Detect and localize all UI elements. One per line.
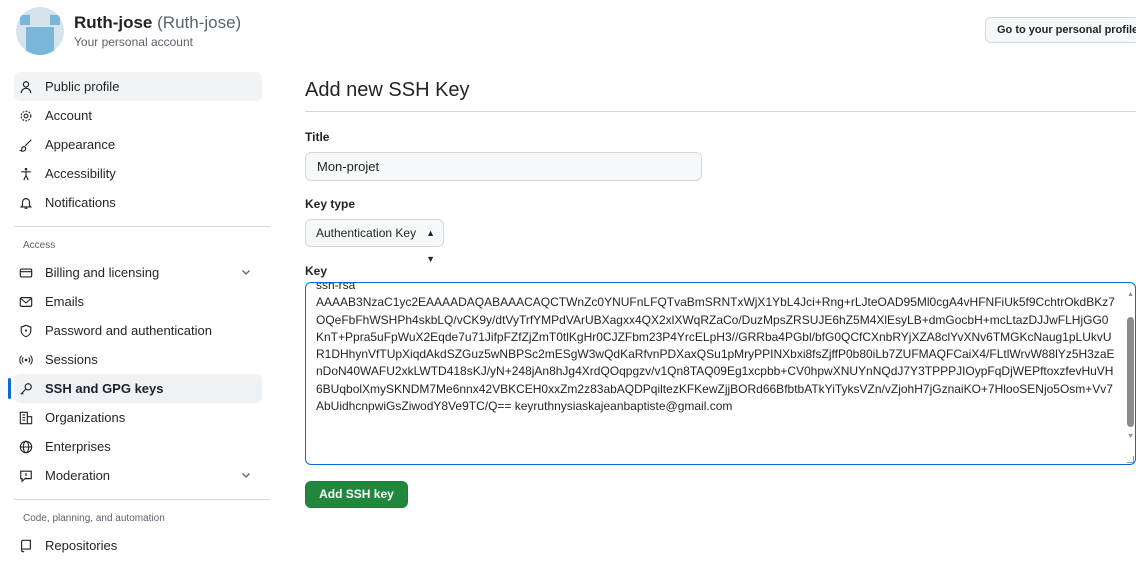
bell-icon: [18, 195, 34, 211]
chevron-down-icon[interactable]: [240, 469, 252, 484]
textarea-scrollbar[interactable]: ▲ ▼: [1125, 283, 1135, 464]
sidebar-item-ssh-gpg-keys[interactable]: SSH and GPG keys: [8, 374, 262, 403]
sidebar-item-appearance[interactable]: Appearance: [14, 130, 262, 159]
sidebar-item-repositories[interactable]: Repositories: [14, 531, 262, 560]
scroll-down-icon[interactable]: ▼: [1127, 433, 1134, 440]
settings-sidebar: Public profile Account Appearance Access…: [8, 72, 270, 560]
organization-icon: [18, 410, 34, 426]
globe-icon: [18, 439, 34, 455]
sidebar-item-label: Public profile: [45, 79, 120, 94]
user-name[interactable]: Ruth-jose: [74, 13, 152, 32]
sidebar-item-account[interactable]: Account: [14, 101, 262, 130]
repo-icon: [18, 538, 34, 554]
sidebar-item-label: Account: [45, 108, 92, 123]
active-indicator: [8, 378, 11, 399]
gear-icon: [18, 108, 34, 124]
sidebar-item-label: Appearance: [45, 137, 116, 152]
sidebar-section-access: Access: [23, 240, 56, 251]
key-type-label: Key type: [305, 197, 356, 211]
account-header: Ruth-jose (Ruth-jose) Your personal acco…: [16, 7, 241, 55]
sidebar-item-billing[interactable]: Billing and licensing: [14, 258, 262, 287]
account-name: Ruth-jose (Ruth-jose): [74, 12, 241, 34]
sidebar-item-label: Repositories: [45, 538, 118, 553]
sidebar-item-label: Enterprises: [45, 439, 111, 454]
sidebar-item-label: Billing and licensing: [45, 265, 160, 280]
resize-handle[interactable]: [1127, 456, 1134, 463]
sidebar-section-code: Code, planning, and automation: [23, 513, 165, 524]
sidebar-item-organizations[interactable]: Organizations: [14, 403, 262, 432]
chevron-down-icon[interactable]: [240, 266, 252, 281]
accessibility-icon: [18, 166, 34, 182]
sidebar-item-accessibility[interactable]: Accessibility: [14, 159, 262, 188]
sidebar-item-emails[interactable]: Emails: [14, 287, 262, 316]
account-subtitle: Your personal account: [74, 35, 193, 49]
title-divider: [305, 111, 1136, 112]
sidebar-item-label: Accessibility: [45, 166, 116, 181]
credit-card-icon: [18, 265, 34, 281]
report-icon: [18, 468, 34, 484]
select-arrows-icon: ▲ ▼: [426, 228, 435, 264]
sidebar-item-public-profile[interactable]: Public profile: [14, 72, 262, 101]
shield-lock-icon: [18, 323, 34, 339]
scroll-thumb[interactable]: [1127, 317, 1134, 427]
sidebar-item-moderation[interactable]: Moderation: [14, 461, 262, 490]
sidebar-item-notifications[interactable]: Notifications: [14, 188, 262, 217]
key-type-value: Authentication Key: [316, 226, 417, 240]
sidebar-item-label: Emails: [45, 294, 85, 309]
scroll-up-icon[interactable]: ▲: [1127, 291, 1134, 298]
avatar[interactable]: [16, 7, 64, 55]
sidebar-item-sessions[interactable]: Sessions: [14, 345, 262, 374]
add-ssh-key-button[interactable]: Add SSH key: [305, 481, 408, 508]
sidebar-item-enterprises[interactable]: Enterprises: [14, 432, 262, 461]
go-to-profile-button[interactable]: Go to your personal profile: [985, 17, 1136, 43]
sidebar-item-label: Organizations: [45, 410, 126, 425]
mail-icon: [18, 294, 34, 310]
paintbrush-icon: [18, 137, 34, 153]
key-text: ssh-rsa AAAAB3NzaC1yc2EAAAADAQABAAACAQCT…: [316, 282, 1115, 414]
sidebar-item-password[interactable]: Password and authentication: [14, 316, 262, 345]
page-title: Add new SSH Key: [305, 79, 470, 101]
sidebar-divider: [14, 226, 270, 227]
sidebar-item-label: Moderation: [45, 468, 111, 483]
sidebar-item-label: Notifications: [45, 195, 116, 210]
sidebar-item-label: Sessions: [45, 352, 98, 367]
key-icon: [18, 381, 34, 397]
title-label: Title: [305, 130, 330, 144]
user-handle: (Ruth-jose): [157, 13, 242, 32]
sidebar-item-label: Password and authentication: [45, 323, 212, 338]
title-input[interactable]: Mon-projet: [305, 152, 702, 181]
key-type-select[interactable]: Authentication Key ▲ ▼: [305, 219, 444, 264]
key-textarea[interactable]: ssh-rsa AAAAB3NzaC1yc2EAAAADAQABAAACAQCT…: [305, 282, 1136, 465]
person-icon: [18, 79, 34, 95]
sidebar-item-label: SSH and GPG keys: [45, 381, 164, 396]
sidebar-divider: [14, 499, 270, 500]
main-content: Add new SSH Key: [305, 76, 470, 104]
broadcast-icon: [18, 352, 34, 368]
key-label: Key: [305, 264, 328, 278]
